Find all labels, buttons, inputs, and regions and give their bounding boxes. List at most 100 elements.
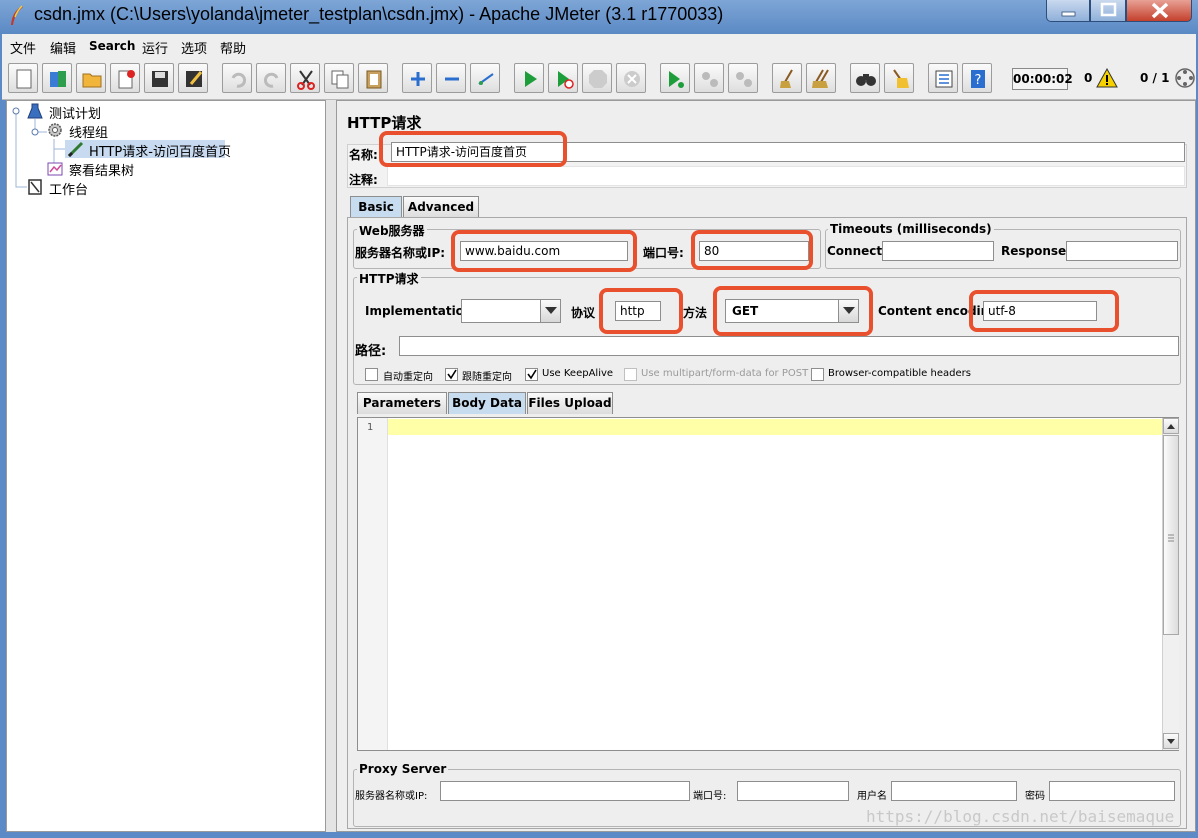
- clear-button[interactable]: [772, 63, 802, 93]
- menu-file[interactable]: 文件: [10, 38, 36, 57]
- tab-body-data[interactable]: Body Data: [448, 392, 526, 414]
- broom-all-icon: [812, 69, 829, 88]
- server-label: 服务器名称或IP:: [355, 246, 446, 260]
- templates-button[interactable]: [42, 63, 72, 93]
- chevron-down-icon: [545, 307, 557, 314]
- start-no-pause-button[interactable]: [548, 63, 578, 93]
- proxy-password-input[interactable]: [1049, 781, 1175, 801]
- maximize-button[interactable]: [1090, 0, 1126, 22]
- open-button[interactable]: [76, 63, 106, 93]
- tree-item-workbench[interactable]: 工作台: [25, 178, 145, 198]
- collapse-button[interactable]: [436, 63, 466, 93]
- shutdown-button[interactable]: [616, 63, 646, 93]
- remote-shutdown-button[interactable]: [728, 63, 758, 93]
- redo-button[interactable]: [256, 63, 286, 93]
- tree-item-test-plan[interactable]: 测试计划: [25, 102, 145, 122]
- method-select[interactable]: GET: [725, 299, 859, 323]
- toggle-button[interactable]: [470, 63, 500, 93]
- results-tree-icon: [47, 162, 63, 176]
- menu-options[interactable]: 选项: [181, 38, 207, 57]
- tree-item-label: 线程组: [69, 126, 109, 141]
- menu-run[interactable]: 运行: [142, 38, 168, 57]
- active-threads: 0 / 1: [1140, 71, 1170, 85]
- http-request-group-title: HTTP请求: [357, 270, 421, 287]
- path-label: 路径:: [355, 344, 387, 359]
- search-button[interactable]: [850, 63, 880, 93]
- tree-item-label: HTTP请求-访问百度首页: [89, 145, 231, 160]
- body-data-editor[interactable]: 1: [357, 417, 1179, 751]
- close-plan-button[interactable]: [110, 63, 140, 93]
- stop-icon: [589, 70, 607, 88]
- keepalive-checkbox[interactable]: [525, 368, 538, 381]
- menu-search[interactable]: Search: [89, 39, 135, 53]
- tree-item-http-request[interactable]: HTTP请求-访问百度首页: [65, 140, 231, 160]
- clear-all-button[interactable]: [806, 63, 836, 93]
- proxy-server-input[interactable]: [440, 781, 690, 801]
- tab-parameters[interactable]: Parameters: [357, 392, 447, 414]
- path-input[interactable]: [399, 336, 1179, 356]
- reset-search-button[interactable]: [884, 63, 914, 93]
- start-button[interactable]: [514, 63, 544, 93]
- name-input[interactable]: HTTP请求-访问百度首页: [391, 142, 1185, 162]
- minimize-button[interactable]: [1046, 0, 1090, 22]
- test-plan-icon: [27, 103, 43, 119]
- close-button[interactable]: [1126, 0, 1192, 22]
- dropdown-arrow[interactable]: [540, 300, 560, 322]
- proxy-password-label: 密码: [1025, 791, 1045, 802]
- response-input[interactable]: [1066, 241, 1178, 261]
- comment-input[interactable]: [387, 166, 1185, 186]
- current-line-highlight: [388, 419, 1162, 435]
- protocol-input[interactable]: http: [615, 301, 661, 321]
- follow-redirect-checkbox[interactable]: [445, 368, 458, 381]
- proxy-port-input[interactable]: [737, 781, 849, 801]
- close-plan-icon: [118, 70, 135, 89]
- panel-splitter[interactable]: [326, 100, 336, 832]
- arrow-up-icon: [1167, 424, 1175, 429]
- scroll-down-button[interactable]: [1163, 733, 1179, 749]
- proxy-user-input[interactable]: [891, 781, 1017, 801]
- grip-icon: [1168, 534, 1174, 542]
- function-helper-button[interactable]: [928, 63, 958, 93]
- port-input[interactable]: 80: [699, 241, 809, 261]
- stop-button[interactable]: [582, 63, 612, 93]
- copy-button[interactable]: [324, 63, 354, 93]
- tree-item-results-tree[interactable]: 察看结果树: [45, 159, 165, 179]
- tree-item-thread-group[interactable]: 线程组: [45, 121, 165, 141]
- editor-scrollbar[interactable]: [1162, 418, 1179, 750]
- proxy-group-title: Proxy Server: [357, 762, 449, 776]
- remote-stop-icon: [702, 72, 718, 87]
- server-input[interactable]: www.baidu.com: [460, 241, 628, 261]
- remote-stop-button[interactable]: [694, 63, 724, 93]
- comment-label: 注释:: [349, 173, 378, 187]
- cut-button[interactable]: [290, 63, 320, 93]
- tab-advanced[interactable]: Advanced: [403, 196, 479, 218]
- multipart-checkbox[interactable]: [624, 368, 637, 381]
- new-button[interactable]: [8, 63, 38, 93]
- save-as-button[interactable]: [178, 63, 208, 93]
- help-button[interactable]: ?: [962, 63, 992, 93]
- dropdown-arrow[interactable]: [838, 300, 858, 322]
- test-plan-tree[interactable]: 测试计划 线程组 HTTP请求-访问百度首页 察看结果树 工作台: [6, 100, 326, 832]
- paste-button[interactable]: [358, 63, 388, 93]
- tab-basic[interactable]: Basic: [350, 196, 402, 218]
- tab-files-upload[interactable]: Files Upload: [527, 392, 613, 414]
- scrollbar-thumb[interactable]: [1163, 435, 1179, 635]
- expand-button[interactable]: [402, 63, 432, 93]
- encoding-input[interactable]: utf-8: [983, 301, 1097, 321]
- connect-input[interactable]: [882, 241, 994, 261]
- remote-start-button[interactable]: [660, 63, 690, 93]
- implementation-select[interactable]: [461, 299, 561, 323]
- port-label: 端口号:: [643, 246, 684, 260]
- gear-icon: [48, 123, 62, 137]
- menu-edit[interactable]: 编辑: [50, 38, 76, 57]
- multipart-label: Use multipart/form-data for POST: [641, 368, 809, 379]
- auto-redirect-checkbox[interactable]: [365, 368, 378, 381]
- undo-button[interactable]: [222, 63, 252, 93]
- browser-headers-checkbox[interactable]: [811, 368, 824, 381]
- save-button[interactable]: [144, 63, 174, 93]
- window-title: csdn.jmx (C:\Users\yolanda\jmeter_testpl…: [34, 4, 724, 24]
- warning-icon[interactable]: [1096, 68, 1118, 88]
- menu-help[interactable]: 帮助: [220, 38, 246, 57]
- scroll-up-button[interactable]: [1163, 418, 1179, 434]
- minus-icon: [445, 77, 459, 81]
